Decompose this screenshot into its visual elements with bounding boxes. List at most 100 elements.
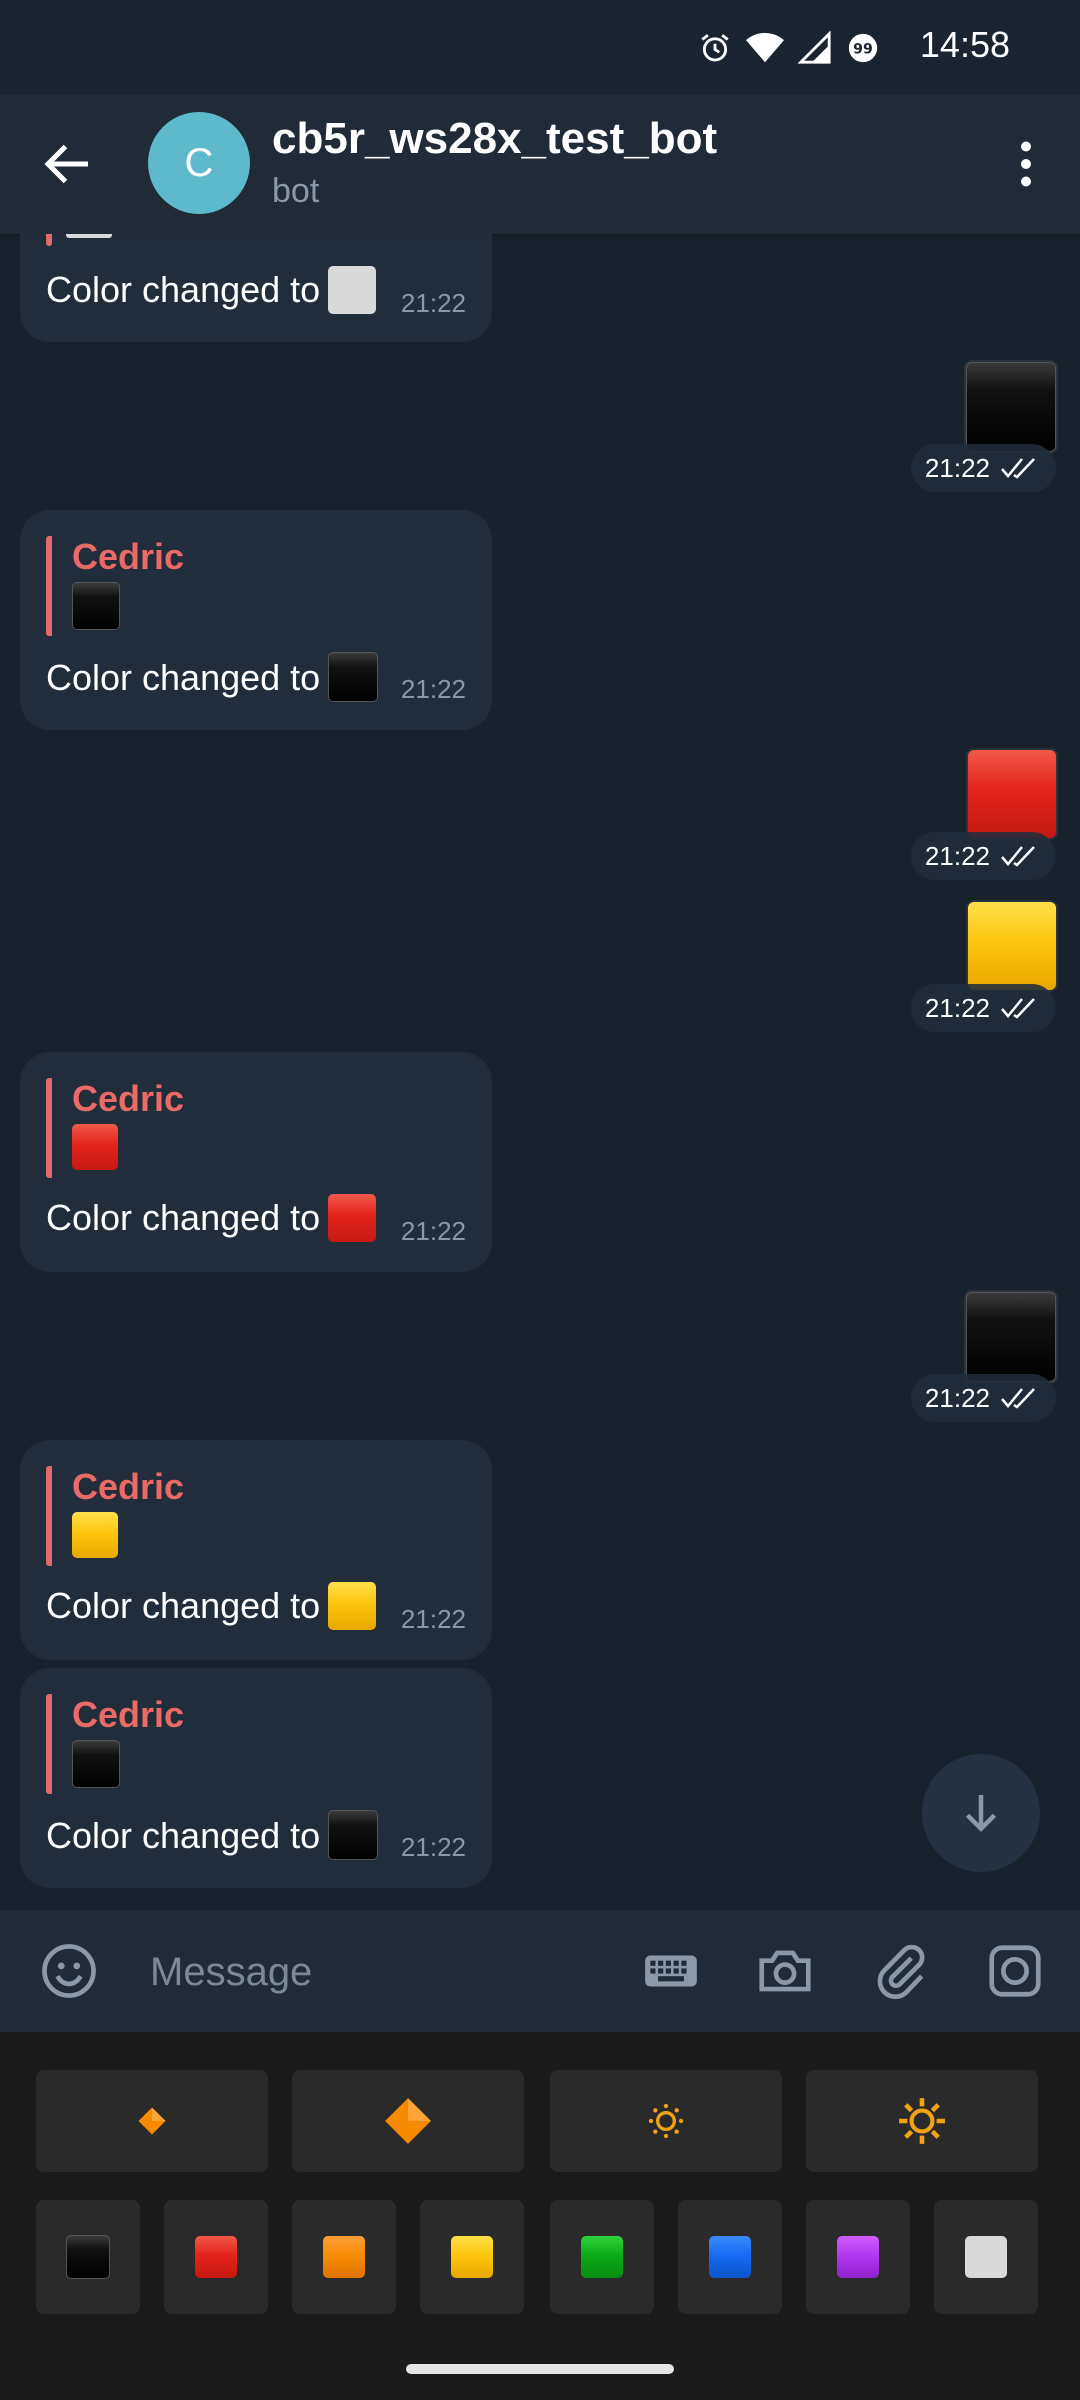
message-time: 21:22 [924, 840, 990, 871]
large-orange-diamond-icon [385, 2098, 431, 2144]
reply-preview[interactable]: Cedric [46, 536, 472, 636]
kb-button-black[interactable] [36, 2200, 140, 2314]
color-square [966, 362, 1056, 452]
menu-button[interactable] [996, 134, 1056, 194]
back-button[interactable] [38, 134, 98, 194]
message-time: 21:22 [400, 288, 466, 318]
reply-square [72, 1124, 118, 1170]
kb-button-white[interactable] [934, 2200, 1038, 2314]
svg-text:99: 99 [853, 42, 873, 58]
color-square [328, 1194, 377, 1242]
message-text: Color changed to [46, 652, 379, 702]
camera-button[interactable] [754, 1940, 816, 2002]
double-check-icon [1001, 1388, 1035, 1409]
message-meta: 21:22 [910, 1374, 1056, 1422]
kb-button-blue[interactable] [678, 2200, 782, 2314]
incoming-message[interactable]: Cedric Color changed to 21:22 [20, 1052, 492, 1272]
outgoing-message[interactable]: 21:22 [906, 362, 1056, 492]
high-brightness-icon [899, 2098, 945, 2144]
kb-button-small-diamond[interactable] [36, 2070, 268, 2172]
arrow-left-icon [44, 144, 88, 184]
instant-camera-icon [989, 1945, 1041, 1997]
small-orange-diamond-icon [138, 2107, 166, 2135]
reply-author: Cedric [72, 1694, 185, 1735]
gesture-nav-handle[interactable] [406, 2364, 674, 2374]
reply-square [66, 234, 112, 238]
message-text: Color changed to [46, 266, 377, 314]
color-square [328, 652, 379, 702]
message-meta: 21:22 [910, 984, 1056, 1032]
message-input[interactable] [148, 1940, 592, 2004]
keyboard-icon [645, 1955, 697, 1987]
kb-button-orange[interactable] [292, 2200, 396, 2314]
chat-subtitle: bot [272, 172, 320, 210]
kb-button-green[interactable] [550, 2200, 654, 2314]
color-square [968, 902, 1056, 990]
incoming-message[interactable]: Cedric Color changed to 21:22 [20, 1668, 492, 1888]
status-bar: 99 14:58 [0, 0, 1080, 94]
reply-square [72, 582, 120, 630]
avatar[interactable]: C [148, 112, 250, 214]
reply-preview[interactable]: Cedric [46, 1078, 472, 1178]
message-text: Color changed to [46, 1582, 377, 1630]
signal-icon [798, 31, 831, 64]
status-time: 14:58 [919, 24, 1010, 65]
green-square-icon [581, 2236, 623, 2278]
yellow-square-icon [451, 2236, 493, 2278]
blue-square-icon [709, 2236, 751, 2278]
outgoing-message[interactable]: 21:22 [906, 750, 1056, 880]
attach-button[interactable] [870, 1940, 932, 2002]
kb-button-large-diamond[interactable] [292, 2070, 524, 2172]
message-meta: 21:22 [910, 832, 1056, 880]
camera-icon [759, 1950, 811, 1992]
message-time: 21:22 [400, 1216, 466, 1246]
kb-button-high-brightness[interactable] [806, 2070, 1038, 2172]
bot-keyboard-button[interactable] [640, 1940, 702, 2002]
double-check-icon [1001, 846, 1035, 867]
reply-square [72, 1740, 120, 1788]
arrow-down-icon [965, 1795, 997, 1832]
incoming-message[interactable]: Cedric Color changed to 21:22 [20, 1440, 492, 1660]
message-time: 21:22 [924, 1382, 990, 1413]
chat-title[interactable]: cb5r_ws28x_test_bot [272, 114, 717, 164]
outgoing-message[interactable]: 21:22 [906, 1292, 1056, 1422]
double-check-icon [1001, 458, 1035, 479]
message-time: 21:22 [924, 452, 990, 483]
color-square [328, 1810, 379, 1860]
purple-square-icon [837, 2236, 879, 2278]
chat-messages[interactable]: Color changed to 21:22 21:22 Cedric Colo… [0, 234, 1080, 1910]
kb-button-red[interactable] [164, 2200, 268, 2314]
paperclip-icon [877, 1944, 925, 2000]
reply-bar [46, 234, 52, 246]
message-text: Color changed to [46, 1194, 377, 1242]
instant-camera-button[interactable] [984, 1940, 1046, 2002]
kb-button-low-brightness[interactable] [550, 2070, 782, 2172]
data-saver-icon: 99 [848, 33, 878, 63]
color-square [968, 750, 1056, 838]
low-brightness-icon [648, 2103, 684, 2139]
red-square-icon [195, 2236, 237, 2278]
incoming-message[interactable]: Color changed to 21:22 [20, 234, 492, 342]
color-square [966, 1292, 1056, 1382]
chat-header: C cb5r_ws28x_test_bot bot [0, 94, 1080, 234]
kb-button-yellow[interactable] [420, 2200, 524, 2314]
outgoing-message[interactable]: 21:22 [906, 902, 1056, 1032]
reply-preview[interactable]: Cedric [46, 1694, 472, 1794]
reply-author: Cedric [72, 1078, 185, 1119]
kb-button-purple[interactable] [806, 2200, 910, 2314]
scroll-down-button[interactable] [922, 1754, 1040, 1872]
message-text: Color changed to [46, 1810, 379, 1860]
message-time: 21:22 [400, 1832, 466, 1862]
double-check-icon [1001, 998, 1035, 1019]
emoji-icon [42, 1944, 96, 1998]
message-time: 21:22 [400, 1604, 466, 1634]
bot-keyboard [0, 2032, 1080, 2400]
reply-square [72, 1512, 118, 1558]
message-meta: 21:22 [910, 444, 1056, 492]
reply-preview[interactable]: Cedric [46, 1466, 472, 1566]
orange-square-icon [323, 2236, 365, 2278]
reply-author: Cedric [72, 536, 185, 577]
emoji-button[interactable] [38, 1940, 100, 2002]
incoming-message[interactable]: Cedric Color changed to 21:22 [20, 510, 492, 730]
color-square [328, 1582, 377, 1630]
